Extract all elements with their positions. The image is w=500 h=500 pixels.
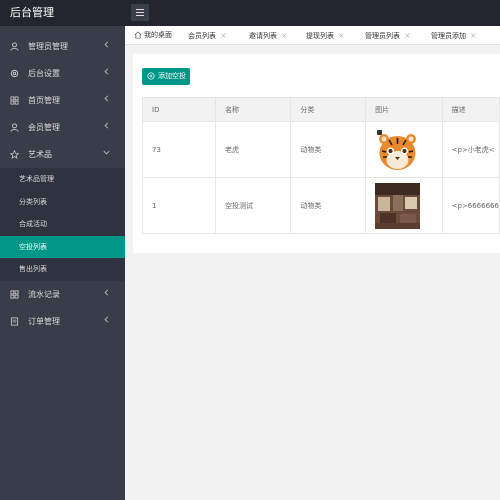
sidebar-item-label: 订单管理 bbox=[28, 316, 60, 326]
chevron-left-icon bbox=[104, 68, 109, 75]
cell-name: 老虎 bbox=[215, 121, 292, 178]
chevron-left-icon bbox=[104, 288, 109, 296]
sidebar-subitem-synthesis[interactable]: 合成活动 bbox=[0, 213, 125, 236]
grid-icon bbox=[10, 96, 19, 105]
add-airdrop-button[interactable]: 添加空投 bbox=[142, 68, 190, 85]
tab-admin-list[interactable]: 管理员列表 × bbox=[365, 26, 411, 44]
tab-label: 提现列表 bbox=[306, 32, 334, 40]
column-header-category: 分类 bbox=[290, 97, 367, 122]
room-image bbox=[375, 182, 421, 229]
plus-circle-icon bbox=[147, 72, 155, 80]
sidebar-subitem-artwork-manage[interactable]: 艺术品管理 bbox=[0, 168, 125, 191]
cell-image bbox=[365, 177, 443, 234]
sidebar-item-label: 会员管理 bbox=[28, 123, 60, 132]
cell-description: <p>6666666 bbox=[441, 177, 500, 234]
chevron-left-icon bbox=[104, 315, 109, 323]
star-icon bbox=[10, 150, 19, 159]
column-header-description: 描述 bbox=[441, 97, 500, 122]
sidebar-item-members[interactable]: 会员管理 bbox=[0, 114, 125, 141]
hamburger-line bbox=[136, 12, 144, 13]
close-icon[interactable]: × bbox=[404, 31, 411, 40]
tab-label: 管理员列表 bbox=[365, 32, 400, 40]
close-icon[interactable]: × bbox=[281, 31, 288, 40]
content-card: 添加空投 ID 名称 分类 图片 描述 73 老虎 动物类 <p>小老虎< 1 … bbox=[133, 54, 500, 253]
sidebar-subitem-category-list[interactable]: 分类列表 bbox=[0, 190, 125, 213]
cell-id: 1 bbox=[141, 177, 217, 234]
cell-image bbox=[365, 121, 443, 178]
hamburger-line bbox=[136, 9, 144, 10]
sidebar-subitem-airdrop-list[interactable]: 空投列表 bbox=[0, 235, 125, 258]
menu-toggle-button[interactable] bbox=[131, 4, 149, 21]
tab-withdraw-list[interactable]: 提现列表 × bbox=[306, 26, 345, 44]
cell-id: 73 bbox=[141, 121, 217, 178]
tab-member-list[interactable]: 会员列表 × bbox=[188, 26, 227, 44]
tab-label: 管理员添加 bbox=[431, 32, 466, 40]
app-title: 后台管理 bbox=[10, 6, 54, 19]
sidebar-item-label: 流水记录 bbox=[28, 289, 60, 299]
tab-label: 会员列表 bbox=[188, 32, 216, 40]
cell-category: 动物类 bbox=[290, 177, 367, 234]
tab-invite-list[interactable]: 邀请列表 × bbox=[249, 26, 288, 44]
column-header-name: 名称 bbox=[215, 97, 292, 122]
close-icon[interactable]: × bbox=[220, 31, 227, 40]
grid-icon bbox=[10, 289, 19, 299]
tab-my-desktop[interactable]: 我的桌面 bbox=[144, 26, 172, 44]
sidebar-item-label: 后台设置 bbox=[28, 69, 60, 78]
sidebar-subitem-sold-list[interactable]: 售出列表 bbox=[0, 258, 125, 281]
tab-admin-add[interactable]: 管理员添加 × bbox=[431, 26, 477, 44]
close-icon[interactable]: × bbox=[470, 31, 477, 40]
table-header-row: ID 名称 分类 图片 描述 bbox=[141, 97, 500, 122]
table-row: 1 空投测试 动物类 <p>6666666 bbox=[141, 177, 500, 234]
cell-description: <p>小老虎< bbox=[441, 121, 500, 178]
hamburger-line bbox=[136, 15, 144, 16]
cell-category: 动物类 bbox=[290, 121, 367, 178]
close-icon[interactable]: × bbox=[338, 31, 345, 40]
sidebar-item-orders[interactable]: 订单管理 bbox=[0, 308, 125, 335]
home-icon bbox=[134, 31, 142, 39]
tiger-image bbox=[375, 126, 421, 173]
top-bar: 后台管理 bbox=[0, 0, 500, 26]
user-icon bbox=[10, 42, 19, 51]
sidebar-item-admin[interactable]: 管理员管理 bbox=[0, 33, 125, 60]
chevron-left-icon bbox=[104, 122, 109, 129]
sidebar-item-flow-records[interactable]: 流水记录 bbox=[0, 281, 125, 308]
column-header-image: 图片 bbox=[365, 97, 443, 122]
chevron-down-icon bbox=[103, 150, 110, 155]
chevron-left-icon bbox=[104, 41, 109, 48]
user-icon bbox=[10, 123, 19, 132]
column-header-id: ID bbox=[141, 97, 217, 122]
sidebar: 管理员管理 后台设置 首页管理 会员管理 艺术品 艺术品管理 分类列表 合成活动… bbox=[0, 26, 125, 500]
add-airdrop-label: 添加空投 bbox=[158, 72, 186, 80]
cell-name: 空投测试 bbox=[215, 177, 292, 234]
sidebar-item-label: 管理员管理 bbox=[28, 42, 68, 51]
sidebar-item-label: 艺术品 bbox=[28, 150, 52, 159]
tab-label: 邀请列表 bbox=[249, 32, 277, 40]
gear-icon bbox=[10, 69, 19, 78]
sidebar-item-settings[interactable]: 后台设置 bbox=[0, 60, 125, 87]
sidebar-item-label: 首页管理 bbox=[28, 96, 60, 105]
tab-bar: 我的桌面 会员列表 × 邀请列表 × 提现列表 × 管理员列表 × 管理员添加 × bbox=[125, 26, 500, 45]
document-icon bbox=[10, 316, 19, 326]
tab-label: 我的桌面 bbox=[144, 31, 172, 39]
table-row: 73 老虎 动物类 <p>小老虎< bbox=[141, 121, 500, 178]
chevron-left-icon bbox=[104, 95, 109, 102]
sidebar-item-artworks[interactable]: 艺术品 bbox=[0, 141, 125, 168]
sidebar-item-home[interactable]: 首页管理 bbox=[0, 87, 125, 114]
airdrop-table: ID 名称 分类 图片 描述 73 老虎 动物类 <p>小老虎< 1 空投测试 … bbox=[141, 97, 500, 234]
